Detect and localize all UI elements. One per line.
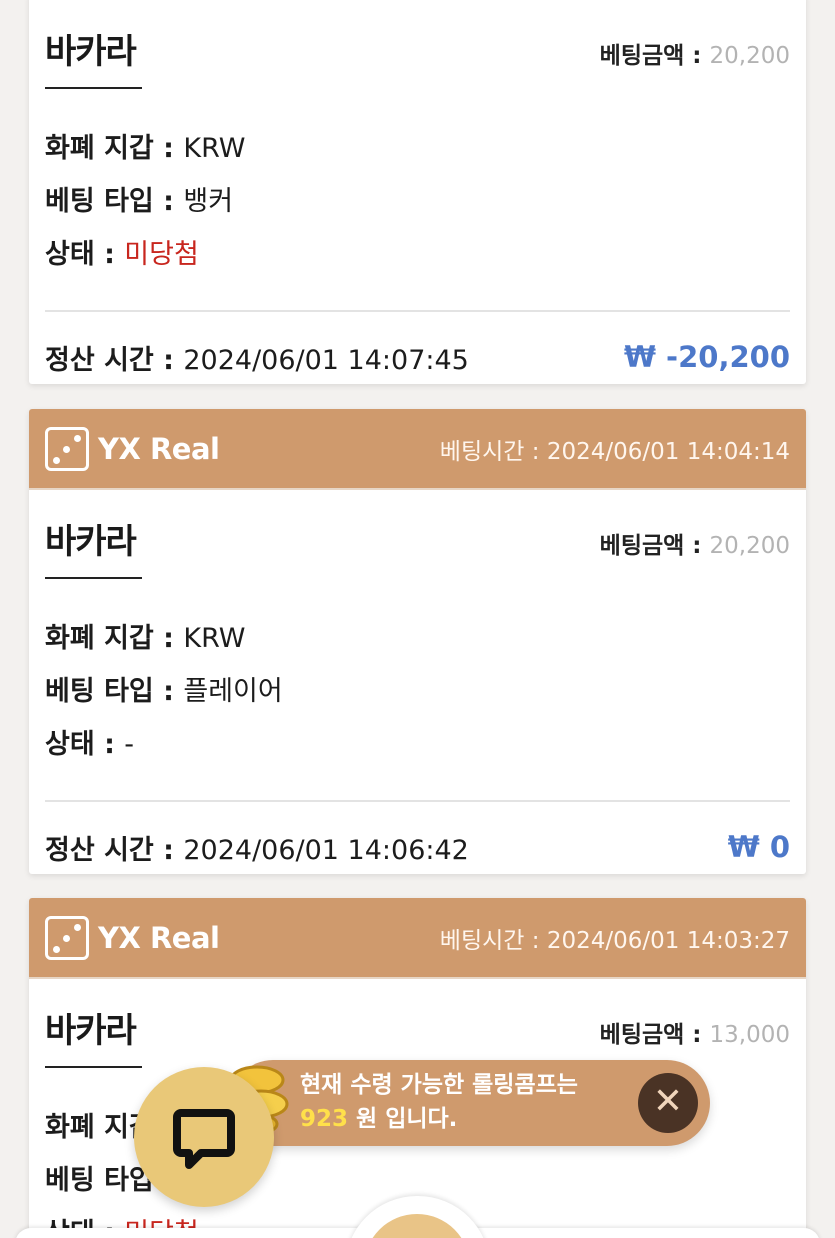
bet-amount: 베팅금액 : 13,000	[599, 1022, 790, 1048]
bet-type-line: 베팅 타입 : 뱅커	[45, 186, 234, 217]
settle-row: 정산 시간 : 2024/06/01 14:06:42 ₩ 0	[45, 830, 790, 866]
result-amount: ₩ 0	[727, 830, 790, 864]
wallet-line: 화폐 지갑 : KRW	[45, 623, 246, 654]
rolling-comp-popup[interactable]: 현재 수령 가능한 롤링콤프는 923 원 입니다. ✕	[230, 1060, 710, 1146]
bet-time: 베팅시간 : 2024/06/01 14:03:27	[439, 927, 790, 954]
bet-history-card: YX Real 베팅시간 : 2024/06/01 14:04:14 바카라 베…	[29, 409, 806, 874]
game-title: 바카라	[45, 979, 142, 1068]
wallet-line: 화폐 지갑 : KRW	[45, 133, 246, 164]
provider-name: YX Real	[98, 431, 220, 466]
chat-button[interactable]	[134, 1067, 274, 1207]
bet-amount: 베팅금액 : 20,200	[599, 533, 790, 559]
bet-amount: 베팅금액 : 20,200	[599, 43, 790, 69]
status-line: 상태 : -	[45, 729, 135, 760]
dice-icon	[45, 915, 89, 960]
card-header: YX Real 베팅시간 : 2024/06/01 14:03:27	[29, 898, 806, 979]
bet-type-line: 베팅 타입 : 플레이어	[45, 676, 283, 707]
game-title: 바카라	[45, 490, 142, 579]
comp-amount: 923	[300, 1106, 349, 1132]
popup-message: 현재 수령 가능한 롤링콤프는 923 원 입니다.	[300, 1072, 578, 1132]
chat-icon	[173, 1109, 235, 1169]
result-amount: ₩ -20,200	[623, 340, 790, 374]
dice-icon	[45, 426, 89, 471]
close-icon[interactable]: ✕	[638, 1073, 698, 1133]
provider-name: YX Real	[98, 920, 220, 955]
bet-history-card: 바카라 베팅금액 : 20,200 화폐 지갑 : KRW 베팅 타입 : 뱅커…	[29, 0, 806, 384]
settle-row: 정산 시간 : 2024/06/01 14:07:45 ₩ -20,200	[45, 340, 790, 376]
bet-time: 베팅시간 : 2024/06/01 14:04:14	[439, 438, 790, 465]
status-line: 상태 : 미당첨	[45, 239, 199, 270]
card-header: YX Real 베팅시간 : 2024/06/01 14:04:14	[29, 409, 806, 490]
game-title: 바카라	[45, 0, 142, 89]
